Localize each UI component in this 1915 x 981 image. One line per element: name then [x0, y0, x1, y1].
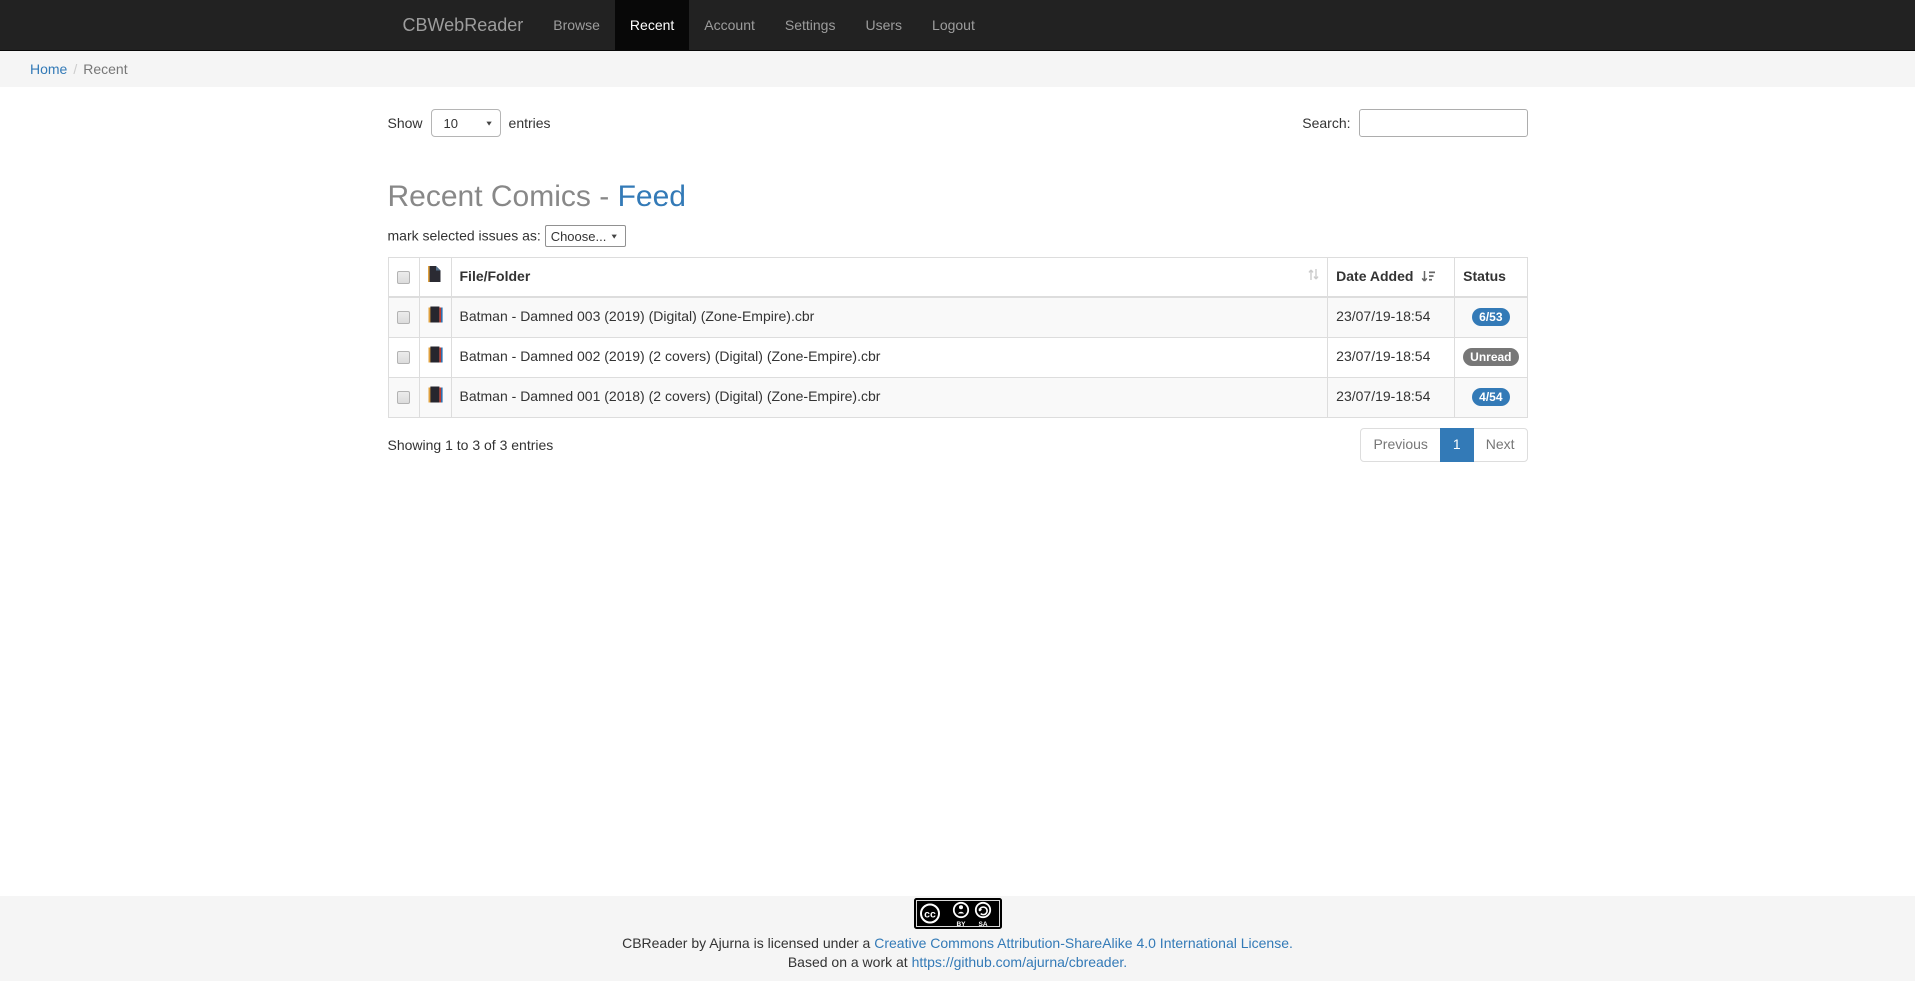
nav-item-recent[interactable]: Recent: [615, 0, 689, 50]
sort-both-icon: [1308, 267, 1319, 287]
status-badge: Unread: [1463, 348, 1518, 366]
pagination-previous[interactable]: Previous: [1360, 428, 1440, 462]
date-added: 23/07/19-18:54: [1328, 337, 1455, 377]
pagination-page-1[interactable]: 1: [1441, 428, 1474, 462]
page-size-select[interactable]: 10: [431, 109, 501, 137]
table-row: Batman - Damned 002 (2019) (2 covers) (D…: [388, 337, 1527, 377]
mark-selected-label: mark selected issues as:: [388, 228, 541, 244]
top-navbar: CBWebReader Browse Recent Account Settin…: [0, 0, 1915, 51]
nav-item-settings[interactable]: Settings: [770, 0, 851, 50]
svg-text:SA: SA: [978, 921, 987, 928]
entries-label: entries: [509, 115, 551, 131]
column-header-date-added[interactable]: Date Added: [1328, 258, 1455, 297]
brand-logo[interactable]: CBWebReader: [388, 0, 539, 50]
pagination-next[interactable]: Next: [1474, 428, 1528, 462]
row-checkbox[interactable]: [397, 351, 410, 364]
date-added: 23/07/19-18:54: [1328, 297, 1455, 337]
breadcrumb-current: Recent: [83, 61, 127, 77]
search-control: Search:: [1302, 109, 1527, 137]
row-checkbox[interactable]: [397, 311, 410, 324]
nav-item-account[interactable]: Account: [689, 0, 770, 50]
search-label: Search:: [1302, 115, 1350, 131]
page-length-control: Show 10 ▼ entries: [388, 109, 551, 137]
sort-descending-icon: [1421, 270, 1435, 283]
svg-text:cc: cc: [924, 909, 936, 921]
file-type-header: [419, 258, 451, 297]
nav-item-browse[interactable]: Browse: [538, 0, 615, 50]
select-all-header: [388, 258, 419, 297]
document-icon: [428, 266, 441, 282]
github-repo-link[interactable]: https://github.com/ajurna/cbreader.: [912, 954, 1128, 970]
feed-link[interactable]: Feed: [618, 180, 686, 213]
row-checkbox[interactable]: [397, 391, 410, 404]
table-row: Batman - Damned 001 (2018) (2 covers) (D…: [388, 377, 1527, 417]
source-line: Based on a work at https://github.com/aj…: [0, 954, 1915, 970]
pagination: Previous 1 Next: [1360, 428, 1527, 462]
nav-item-logout[interactable]: Logout: [917, 0, 990, 50]
status-badge: 4/54: [1472, 388, 1509, 406]
main-content: Show 10 ▼ entries Search: Recent Comics …: [373, 109, 1543, 462]
status-badge: 6/53: [1472, 308, 1509, 326]
comic-book-icon: [428, 346, 443, 363]
breadcrumb-separator: /: [67, 61, 83, 77]
mark-selected-select[interactable]: Choose...: [545, 225, 626, 247]
column-header-file-folder[interactable]: File/Folder: [451, 258, 1328, 297]
recent-comics-table: File/Folder Date Added: [388, 257, 1528, 418]
select-all-checkbox[interactable]: [397, 271, 410, 284]
table-header-row: File/Folder Date Added: [388, 258, 1527, 297]
license-line: CBReader by Ajurna is licensed under a C…: [0, 935, 1915, 951]
column-header-status[interactable]: Status: [1455, 258, 1527, 297]
svg-text:BY: BY: [956, 921, 966, 928]
page-title: Recent Comics - Feed: [388, 180, 1528, 213]
site-footer: cc BY SA CBReader by Ajurna is licensed …: [0, 896, 1915, 981]
breadcrumb-home-link[interactable]: Home: [30, 61, 67, 77]
table-row: Batman - Damned 003 (2019) (Digital) (Zo…: [388, 297, 1527, 337]
comic-book-icon: [428, 386, 443, 403]
cc-license-link[interactable]: Creative Commons Attribution-ShareAlike …: [874, 935, 1293, 951]
breadcrumb: Home/Recent: [0, 51, 1915, 87]
nav-item-users[interactable]: Users: [850, 0, 917, 50]
showing-entries-info: Showing 1 to 3 of 3 entries: [388, 437, 554, 453]
main-nav: Browse Recent Account Settings Users Log…: [538, 0, 990, 50]
comic-book-icon: [428, 306, 443, 323]
mark-selected-control: mark selected issues as: Choose... ▼: [388, 225, 1528, 247]
search-input[interactable]: [1359, 109, 1528, 137]
file-name[interactable]: Batman - Damned 001 (2018) (2 covers) (D…: [451, 377, 1328, 417]
file-name[interactable]: Batman - Damned 002 (2019) (2 covers) (D…: [451, 337, 1328, 377]
show-label: Show: [388, 115, 423, 131]
file-name[interactable]: Batman - Damned 003 (2019) (Digital) (Zo…: [451, 297, 1328, 337]
date-added: 23/07/19-18:54: [1328, 377, 1455, 417]
cc-by-sa-badge-icon[interactable]: cc BY SA: [914, 898, 1002, 929]
